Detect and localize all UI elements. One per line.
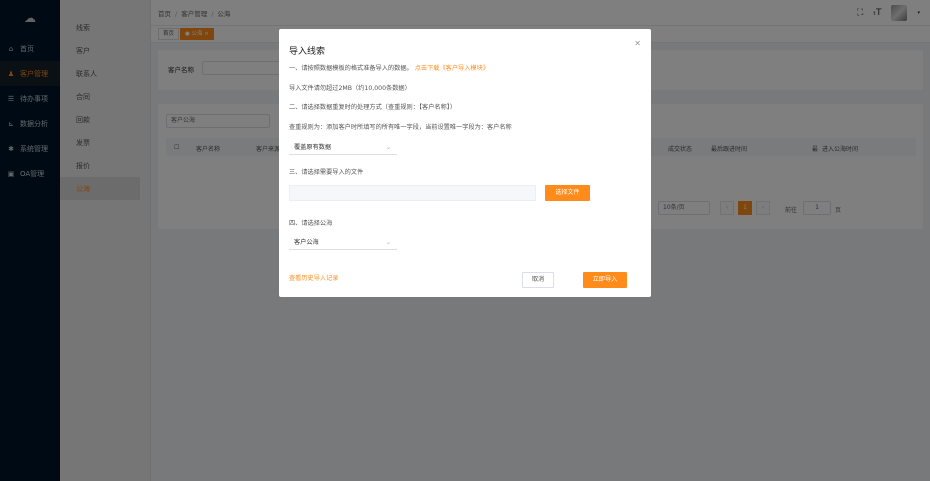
step2-text: 二、请选择数据重复时的处理方式（查重规则：【客户名称】） xyxy=(289,104,457,111)
choose-file-button[interactable]: 选择文件 xyxy=(545,185,590,201)
download-template-link[interactable]: 点击下载《客户导入模块》 xyxy=(415,65,489,72)
step4-text: 四、请选择公海 xyxy=(289,220,333,227)
import-history-link[interactable]: 查看历史导入记录 xyxy=(289,273,339,282)
chevron-down-icon: ⌄ xyxy=(385,239,391,246)
size-note: 导入文件请勿超过2MB（约10,000条数据） xyxy=(289,85,411,92)
rule-note: 查重规则为：添加客户时所填写的所有唯一字段，当前设置唯一字段为：客户名称 xyxy=(289,124,512,131)
step1-text: 一、请按照数据模板的格式准备导入的数据。 点击下载《客户导入模块》 xyxy=(289,65,489,72)
file-path-field[interactable] xyxy=(289,185,536,201)
import-now-button[interactable]: 立即导入 xyxy=(583,272,627,288)
import-dialog: 导入线索 ✕ 一、请按照数据模板的格式准备导入的数据。 点击下载《客户导入模块》… xyxy=(279,29,651,297)
chevron-down-icon: ⌄ xyxy=(385,144,391,151)
cancel-button[interactable]: 取消 xyxy=(522,272,554,288)
close-icon[interactable]: ✕ xyxy=(634,39,641,48)
step3-text: 三、请选择需要导入的文件 xyxy=(289,169,364,176)
dialog-title: 导入线索 xyxy=(289,47,326,57)
pool-select-dialog[interactable]: 客户公海 ⌄ xyxy=(289,236,397,250)
duplicate-handling-select[interactable]: 覆盖原有数据 ⌄ xyxy=(289,141,397,155)
